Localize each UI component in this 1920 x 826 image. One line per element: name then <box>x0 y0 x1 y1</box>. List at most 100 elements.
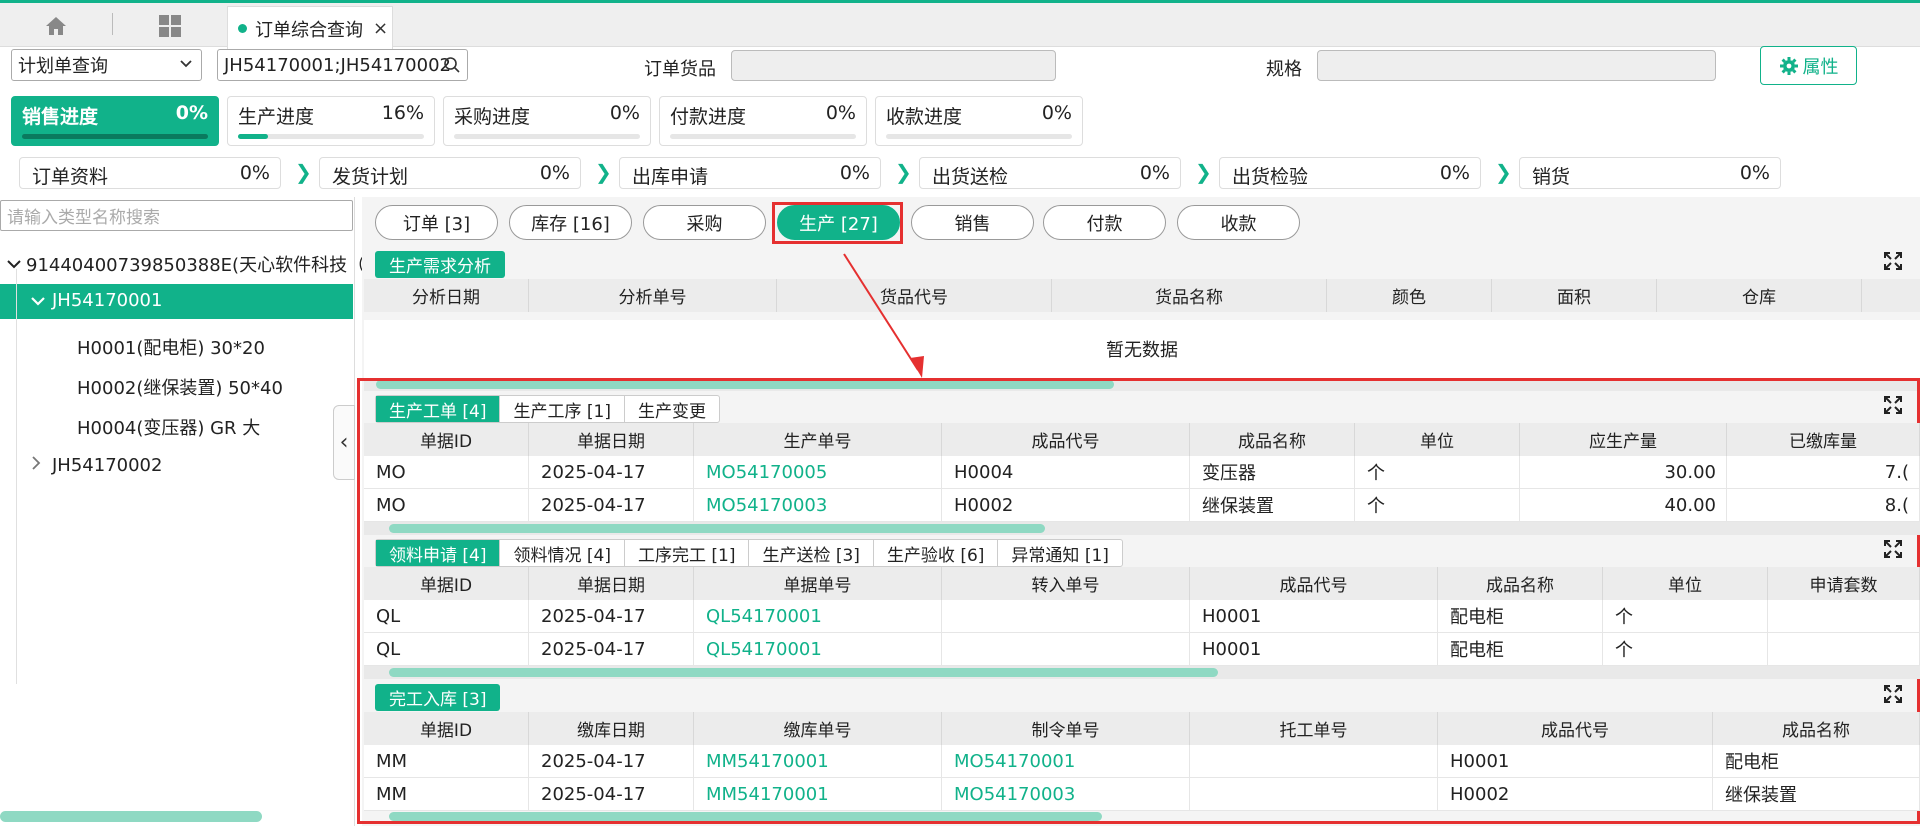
step-order-info[interactable]: 订单资料 0% <box>19 157 281 189</box>
pill-inventory[interactable]: 库存 [16] <box>509 205 632 240</box>
step-delivery-plan[interactable]: 发货计划 0% <box>319 157 581 189</box>
column-header[interactable]: 分析日期 <box>364 279 529 312</box>
apps-grid-icon[interactable] <box>153 11 187 41</box>
progress-card-purchase[interactable]: 采购进度 0% <box>443 96 651 146</box>
pill-sales[interactable]: 销售 <box>911 205 1034 240</box>
table-row[interactable]: MM 2025-04-17 MM54170001 MO54170003 H000… <box>364 778 1920 811</box>
column-header[interactable]: 单据日期 <box>529 423 694 456</box>
tab-material-status[interactable]: 领料情况 [4] <box>500 540 625 566</box>
home-icon[interactable] <box>39 11 73 41</box>
column-header[interactable]: 成品名称 <box>1713 712 1920 745</box>
column-header[interactable]: 单据日期 <box>529 567 694 600</box>
progress-card-payment[interactable]: 付款进度 0% <box>659 96 867 146</box>
material-request-link[interactable]: QL54170001 <box>694 633 942 665</box>
tree-horizontal-scrollbar[interactable] <box>0 811 262 822</box>
column-header[interactable]: 单据ID <box>364 423 529 456</box>
work-order-link[interactable]: MO54170005 <box>694 456 942 488</box>
column-header[interactable]: 缴库单号 <box>694 712 942 745</box>
tab-order-query[interactable]: 订单综合查询 × <box>227 6 393 50</box>
table-row[interactable]: QL 2025-04-17 QL54170001 H0001 配电柜 个 <box>364 600 1920 633</box>
tab-work-order[interactable]: 生产工单 [4] <box>376 396 501 422</box>
tab-production-acceptance[interactable]: 生产验收 [6] <box>874 540 999 566</box>
pill-receipt[interactable]: 收款 <box>1177 205 1300 240</box>
tab-finished-warehousing[interactable]: 完工入库 [3] <box>375 684 501 711</box>
tree-root-node[interactable]: 91440400739850388E(天心软件科技（珠 <box>6 251 383 277</box>
step-sales[interactable]: 销货 0% <box>1519 157 1781 189</box>
work-horizontal-scrollbar[interactable] <box>389 524 1045 533</box>
tab-production-inspection[interactable]: 生产送检 [3] <box>749 540 874 566</box>
progress-card-production[interactable]: 生产进度 16% <box>227 96 435 146</box>
work-order-link[interactable]: MO54170001 <box>942 745 1190 777</box>
column-header[interactable]: 转入单号 <box>942 567 1190 600</box>
finish-horizontal-scrollbar[interactable] <box>389 812 1102 821</box>
query-input[interactable]: JH54170001;JH54170002 <box>217 49 468 81</box>
step-shipment-inspect-send[interactable]: 出货送检 0% <box>919 157 1181 189</box>
column-header[interactable]: 制令单号 <box>942 712 1190 745</box>
tab-work-change[interactable]: 生产变更 <box>625 396 719 422</box>
column-header[interactable]: 颜色 <box>1327 279 1492 312</box>
pill-order[interactable]: 订单 [3] <box>375 205 498 240</box>
close-icon[interactable]: × <box>373 18 388 39</box>
column-header[interactable]: 成品代号 <box>1190 567 1438 600</box>
pill-production[interactable]: 生产 [27] <box>777 205 900 240</box>
material-horizontal-scrollbar[interactable] <box>389 668 1218 677</box>
work-order-link[interactable]: MO54170003 <box>694 489 942 521</box>
tab-exception-notice[interactable]: 异常通知 [1] <box>998 540 1121 566</box>
step-shipment-inspection[interactable]: 出货检验 0% <box>1219 157 1481 189</box>
column-header[interactable]: 单据ID <box>364 712 529 745</box>
column-header[interactable]: 成品代号 <box>942 423 1190 456</box>
material-request-link[interactable]: QL54170001 <box>694 600 942 632</box>
column-header[interactable]: 应生产量 <box>1520 423 1727 456</box>
pill-purchase[interactable]: 采购 <box>643 205 766 240</box>
column-header[interactable]: 面积 <box>1492 279 1657 312</box>
expand-icon[interactable] <box>1883 684 1903 709</box>
search-icon[interactable] <box>443 56 461 79</box>
warehousing-link[interactable]: MM54170001 <box>694 745 942 777</box>
query-type-select[interactable]: 计划单查询 <box>11 49 202 81</box>
column-header[interactable]: 已缴库量 <box>1727 423 1920 456</box>
tab-work-process[interactable]: 生产工序 [1] <box>500 396 625 422</box>
tab-material-request[interactable]: 领料申请 [4] <box>376 540 501 566</box>
column-header[interactable]: 单位 <box>1355 423 1520 456</box>
column-header[interactable]: 单据ID <box>364 567 529 600</box>
table-row[interactable]: MO 2025-04-17 MO54170005 H0004 变压器 个 30.… <box>364 456 1920 489</box>
column-header[interactable]: 单位 <box>1603 567 1768 600</box>
column-header[interactable]: 成品名称 <box>1190 423 1355 456</box>
column-header[interactable]: 分析单号 <box>529 279 777 312</box>
order-goods-field[interactable] <box>731 50 1056 81</box>
column-header[interactable]: 缴库日期 <box>529 712 694 745</box>
tab-process-complete[interactable]: 工序完工 [1] <box>625 540 750 566</box>
chevron-right-icon: ❯ <box>1495 160 1512 184</box>
warehousing-link[interactable]: MM54170001 <box>694 778 942 810</box>
tab-demand-analysis[interactable]: 生产需求分析 <box>375 251 505 278</box>
pill-payment[interactable]: 付款 <box>1043 205 1166 240</box>
spec-field[interactable] <box>1317 50 1716 81</box>
tree-search-input[interactable]: 请输入类型名称搜索 <box>0 200 353 231</box>
column-header[interactable]: 货品名称 <box>1052 279 1327 312</box>
progress-card-sales[interactable]: 销售进度 0% <box>11 96 219 146</box>
column-header[interactable]: 单据单号 <box>694 567 942 600</box>
tree-leaf-node[interactable]: H0001(配电柜) 30*20 <box>77 334 265 360</box>
collapse-panel-button[interactable]: ‹ <box>333 405 355 480</box>
tree-node-selected[interactable]: JH54170001 <box>0 284 353 319</box>
demand-horizontal-scrollbar[interactable] <box>376 380 1114 389</box>
tree-leaf-node[interactable]: H0002(继保装置) 50*40 <box>77 374 283 400</box>
column-header[interactable]: 成品代号 <box>1438 712 1713 745</box>
tree-leaf-node[interactable]: H0004(变压器) GR 大 <box>77 414 260 440</box>
column-header[interactable]: 仓库 <box>1657 279 1862 312</box>
column-header[interactable]: 托工单号 <box>1190 712 1438 745</box>
progress-card-receipt[interactable]: 收款进度 0% <box>875 96 1083 146</box>
work-order-link[interactable]: MO54170003 <box>942 778 1190 810</box>
step-outbound-request[interactable]: 出库申请 0% <box>619 157 881 189</box>
attribute-button[interactable]: 属性 <box>1760 46 1857 85</box>
column-header[interactable]: 申请套数 <box>1768 567 1920 600</box>
expand-icon[interactable] <box>1883 395 1903 420</box>
expand-icon[interactable] <box>1883 251 1903 276</box>
column-header[interactable]: 成品名称 <box>1438 567 1603 600</box>
tree-node-collapsed[interactable]: JH54170002 <box>30 455 162 476</box>
table-row[interactable]: MM 2025-04-17 MM54170001 MO54170001 H000… <box>364 745 1920 778</box>
column-header[interactable]: 生产单号 <box>694 423 942 456</box>
expand-icon[interactable] <box>1883 539 1903 564</box>
table-row[interactable]: QL 2025-04-17 QL54170001 H0001 配电柜 个 <box>364 633 1920 666</box>
table-row[interactable]: MO 2025-04-17 MO54170003 H0002 继保装置 个 40… <box>364 489 1920 522</box>
